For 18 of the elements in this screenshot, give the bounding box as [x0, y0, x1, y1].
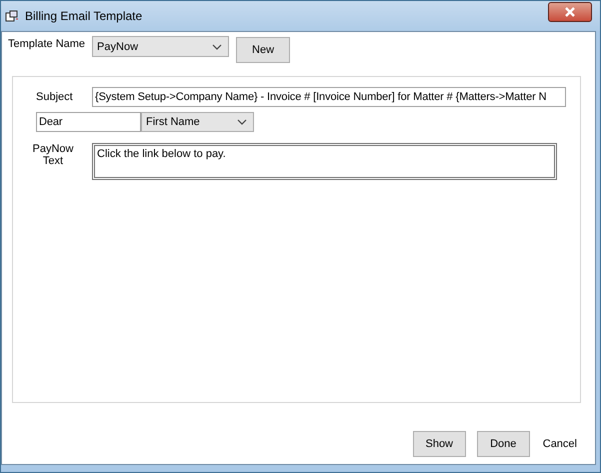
- subject-label: Subject: [36, 91, 74, 103]
- window-icon: [5, 10, 19, 22]
- paynow-text-label: PayNow Text: [32, 143, 74, 167]
- new-button[interactable]: New: [236, 37, 290, 63]
- paynow-text-area[interactable]: Click the link below to pay.: [92, 143, 557, 180]
- show-button[interactable]: Show: [412, 431, 466, 457]
- close-icon: [564, 7, 576, 17]
- name-field-dropdown[interactable]: First Name: [141, 112, 254, 132]
- cancel-button[interactable]: Cancel: [540, 438, 579, 450]
- greeting-field[interactable]: Dear: [36, 112, 141, 132]
- done-button[interactable]: Done: [476, 431, 530, 457]
- subject-field[interactable]: {System Setup->Company Name} - Invoice # [Invoice Number] for Matter # {Matters->Matter N: [92, 87, 566, 107]
- caret-icon: [212, 44, 222, 50]
- window-title: Billing Email Template: [25, 9, 144, 23]
- caret-icon: [237, 119, 247, 125]
- template-name-dropdown[interactable]: PayNow: [92, 36, 230, 57]
- template-name-label: Template Name: [8, 38, 86, 50]
- close-button[interactable]: [548, 2, 592, 22]
